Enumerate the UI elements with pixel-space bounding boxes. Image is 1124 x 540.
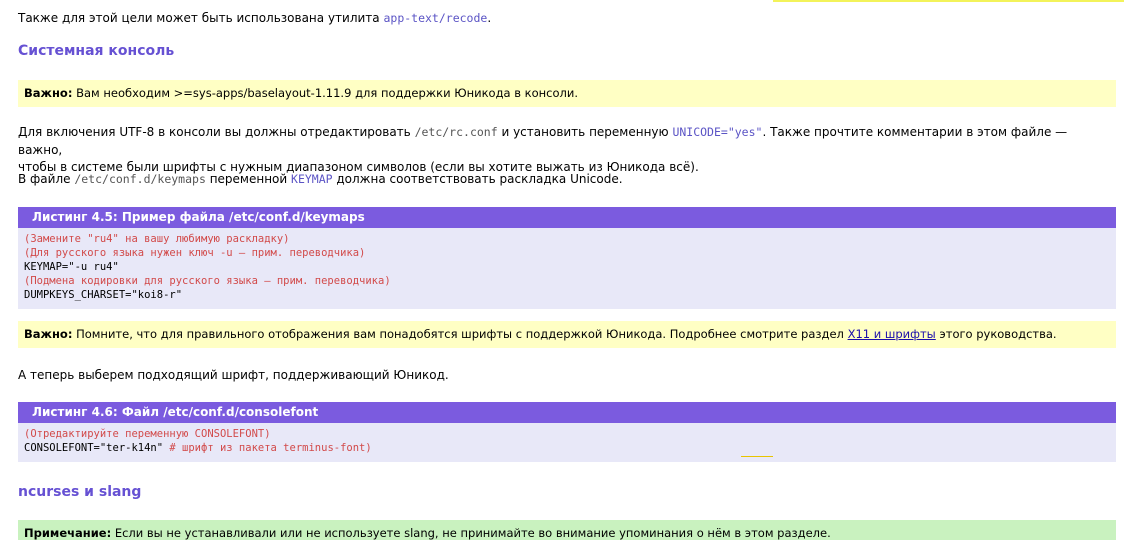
code-comment: (Подмена кодировки для русского языка — … <box>24 275 391 287</box>
variable-name: KEYMAP <box>291 172 333 186</box>
section-title-console: Системная консоль <box>18 43 175 59</box>
note-text: Помните, что для правильного отображения… <box>72 327 848 341</box>
important-note-baselayout: Важно: Вам необходим >=sys-apps/baselayo… <box>18 80 1116 107</box>
code-comment: (Замените "ru4" на вашу любимую раскладк… <box>24 233 290 245</box>
para-text: Для включения UTF-8 в консоли вы должны … <box>18 125 415 139</box>
para-text: переменной <box>205 172 292 186</box>
intro-paragraph: Также для этой цели может быть использов… <box>18 10 1114 28</box>
keymap-paragraph: В файле /etc/conf.d/keymaps переменной K… <box>18 171 1114 189</box>
font-paragraph: А теперь выберем подходящий шрифт, подде… <box>18 368 449 382</box>
file-path: /etc/rc.conf <box>414 125 498 139</box>
para-text: В файле <box>18 172 75 186</box>
para-text: должна соответствовать раскладка Unicode… <box>332 172 623 186</box>
code-line: DUMPKEYS_CHARSET="koi8-r" <box>24 289 183 301</box>
listing-4-5-code: (Замените "ru4" на вашу любимую раскладк… <box>18 228 1116 309</box>
file-path: /etc/conf.d/keymaps <box>74 172 206 186</box>
important-note-fonts: Важно: Помните, что для правильного отоб… <box>18 321 1116 348</box>
note-label: Важно: <box>24 327 73 341</box>
variable-name: UNICODE="yes" <box>672 125 763 139</box>
code-comment: # шрифт из пакета terminus-font) <box>163 442 372 454</box>
code-comment: (Отредактируйте переменную CONSOLEFONT) <box>24 428 271 440</box>
intro-text: Также для этой цели может быть использов… <box>18 11 384 25</box>
note-slang: Примечание: Если вы не устанавливали или… <box>18 520 1116 540</box>
intro-end: . <box>487 11 492 25</box>
x11-fonts-link[interactable]: X11 и шрифты <box>848 327 936 341</box>
note-text: Если вы не устанавливали или не использу… <box>111 526 831 540</box>
code-comment: (Для русского языка нужен ключ -u — прим… <box>24 247 366 259</box>
listing-4-6-code: (Отредактируйте переменную CONSOLEFONT) … <box>18 423 1116 462</box>
package-name: app-text/recode <box>383 11 488 25</box>
listing-4-6-title: Листинг 4.6: Файл /etc/conf.d/consolefon… <box>18 402 1116 423</box>
section-title-ncurses: ncurses и slang <box>18 484 142 500</box>
note-label: Примечание: <box>24 526 112 540</box>
note-text: Вам необходим >=sys-apps/baselayout-1.11… <box>72 86 579 100</box>
utf8-paragraph: Для включения UTF-8 в консоли вы должны … <box>18 124 1114 177</box>
code-line: CONSOLEFONT="ter-k14n" <box>24 442 164 454</box>
listing-4-5-title: Листинг 4.5: Пример файла /etc/conf.d/ke… <box>18 207 1116 228</box>
note-text: этого руководства. <box>935 327 1057 341</box>
para-text: и установить переменную <box>497 125 673 139</box>
highlight-underline <box>741 456 773 457</box>
note-label: Важно: <box>24 86 73 100</box>
code-line: KEYMAP="-u ru4" <box>24 261 119 273</box>
top-highlight-bar <box>773 0 1124 2</box>
